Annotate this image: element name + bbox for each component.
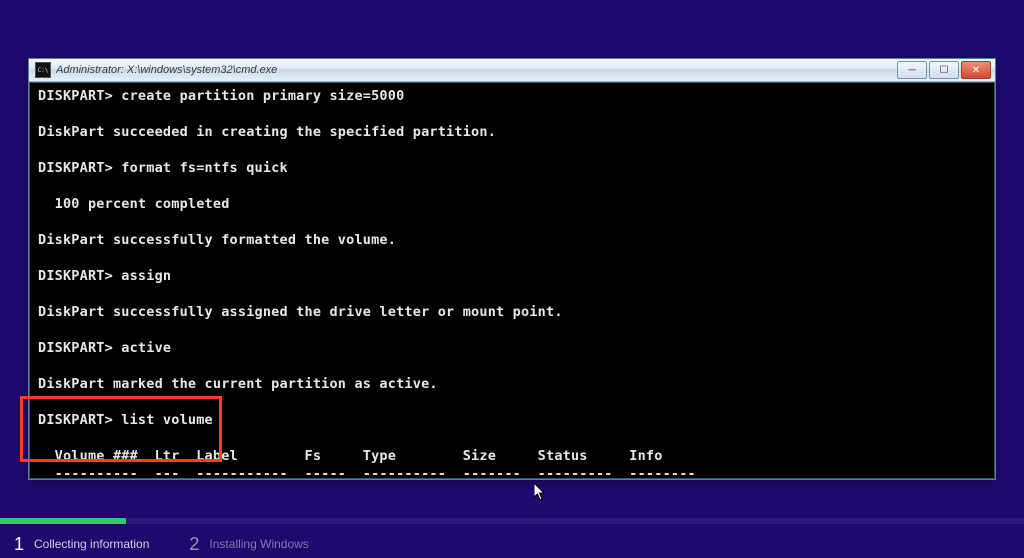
setup-steps-bar: 1 Collecting information 2 Installing Wi… bbox=[0, 530, 1024, 558]
step-label: Installing Windows bbox=[209, 537, 308, 551]
window-title: Administrator: X:\windows\system32\cmd.e… bbox=[56, 64, 897, 76]
window-controls: ─ ☐ ✕ bbox=[897, 61, 991, 79]
cmd-icon bbox=[35, 62, 51, 78]
close-button[interactable]: ✕ bbox=[961, 61, 991, 79]
setup-progress-track bbox=[0, 518, 1024, 524]
setup-progress-fill bbox=[0, 518, 126, 524]
titlebar[interactable]: Administrator: X:\windows\system32\cmd.e… bbox=[29, 59, 995, 82]
setup-step-1: 1 Collecting information bbox=[14, 534, 149, 555]
setup-step-2: 2 Installing Windows bbox=[189, 534, 308, 555]
step-number: 1 bbox=[14, 534, 24, 555]
cmd-window: Administrator: X:\windows\system32\cmd.e… bbox=[28, 58, 996, 480]
minimize-button[interactable]: ─ bbox=[897, 61, 927, 79]
terminal-output[interactable]: DISKPART> create partition primary size=… bbox=[29, 82, 995, 479]
maximize-button[interactable]: ☐ bbox=[929, 61, 959, 79]
step-number: 2 bbox=[189, 534, 199, 555]
mouse-cursor-icon bbox=[534, 483, 546, 501]
step-label: Collecting information bbox=[34, 537, 149, 551]
